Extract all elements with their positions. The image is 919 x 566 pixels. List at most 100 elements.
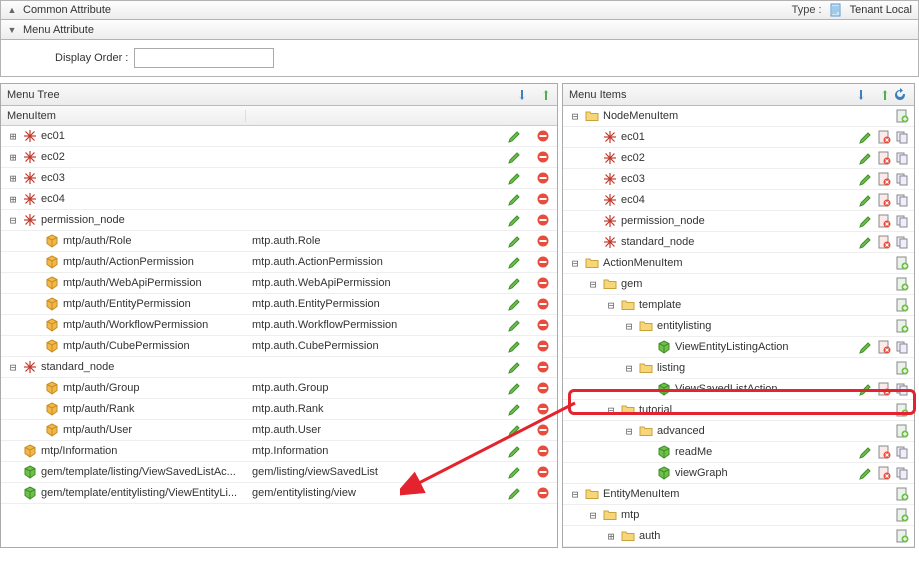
copy-icon[interactable]: [894, 465, 910, 481]
tree-row[interactable]: mtp/auth/WorkflowPermissionmtp.auth.Work…: [1, 315, 557, 336]
delx-icon[interactable]: [876, 213, 892, 229]
del-icon[interactable]: [535, 422, 551, 438]
del-icon[interactable]: [535, 170, 551, 186]
add-icon[interactable]: [894, 297, 910, 313]
edit-icon[interactable]: [507, 380, 523, 396]
expand-toggle[interactable]: ⊞: [7, 193, 19, 206]
del-icon[interactable]: [535, 296, 551, 312]
expand-toggle[interactable]: ⊟: [605, 299, 617, 312]
del-icon[interactable]: [535, 233, 551, 249]
edit-icon[interactable]: [507, 275, 523, 291]
delx-icon[interactable]: [876, 465, 892, 481]
sort-up-icon[interactable]: [535, 87, 551, 103]
del-icon[interactable]: [535, 149, 551, 165]
tree-row[interactable]: mtp/auth/EntityPermissionmtp.auth.Entity…: [1, 294, 557, 315]
expand-toggle[interactable]: ⊟: [605, 404, 617, 417]
edit-icon[interactable]: [507, 212, 523, 228]
tree-row[interactable]: ⊟template: [563, 295, 914, 316]
expand-toggle[interactable]: ⊟: [7, 214, 19, 227]
tree-row[interactable]: ⊞ec02: [1, 147, 557, 168]
tree-row[interactable]: ⊞ec01: [1, 126, 557, 147]
delx-icon[interactable]: [876, 444, 892, 460]
expand-toggle[interactable]: ⊟: [623, 362, 635, 375]
expand-toggle[interactable]: ⊟: [569, 488, 581, 501]
tree-row[interactable]: permission_node: [563, 211, 914, 232]
edit-icon[interactable]: [507, 254, 523, 270]
copy-icon[interactable]: [894, 129, 910, 145]
display-order-input[interactable]: [134, 48, 274, 68]
tree-row[interactable]: ⊟standard_node: [1, 357, 557, 378]
expand-toggle[interactable]: ⊞: [605, 530, 617, 543]
copy-icon[interactable]: [894, 150, 910, 166]
del-icon[interactable]: [535, 485, 551, 501]
delx-icon[interactable]: [876, 129, 892, 145]
tree-row[interactable]: gem/template/listing/ViewSavedListAc...g…: [1, 462, 557, 483]
tree-row[interactable]: ⊟listing: [563, 358, 914, 379]
menu-attribute-header[interactable]: ▼ Menu Attribute: [0, 20, 919, 40]
edit-icon[interactable]: [507, 233, 523, 249]
edit-icon[interactable]: [507, 359, 523, 375]
edit-icon[interactable]: [507, 443, 523, 459]
del-icon[interactable]: [535, 380, 551, 396]
del-icon[interactable]: [535, 275, 551, 291]
edit-icon[interactable]: [507, 191, 523, 207]
expand-toggle[interactable]: ⊟: [7, 361, 19, 374]
expand-toggle[interactable]: ⊞: [7, 172, 19, 185]
edit-icon[interactable]: [858, 234, 874, 250]
del-icon[interactable]: [535, 464, 551, 480]
delx-icon[interactable]: [876, 234, 892, 250]
delx-icon[interactable]: [876, 192, 892, 208]
del-icon[interactable]: [535, 212, 551, 228]
edit-icon[interactable]: [507, 317, 523, 333]
edit-icon[interactable]: [858, 444, 874, 460]
edit-icon[interactable]: [858, 339, 874, 355]
add-icon[interactable]: [894, 108, 910, 124]
tree-row[interactable]: mtp/auth/Usermtp.auth.User: [1, 420, 557, 441]
copy-icon[interactable]: [894, 234, 910, 250]
tree-row[interactable]: standard_node: [563, 232, 914, 253]
tree-row[interactable]: mtp/Informationmtp.Information: [1, 441, 557, 462]
expand-toggle[interactable]: ⊞: [7, 151, 19, 164]
edit-icon[interactable]: [507, 422, 523, 438]
delx-icon[interactable]: [876, 150, 892, 166]
tree-row[interactable]: gem/template/entitylisting/ViewEntityLi.…: [1, 483, 557, 504]
tree-row[interactable]: ⊟ActionMenuItem: [563, 253, 914, 274]
tree-row[interactable]: ⊟entitylisting: [563, 316, 914, 337]
copy-icon[interactable]: [894, 171, 910, 187]
refresh-icon[interactable]: [892, 87, 908, 103]
tree-row[interactable]: ⊟EntityMenuItem: [563, 484, 914, 505]
expand-toggle[interactable]: ⊟: [623, 425, 635, 438]
edit-icon[interactable]: [858, 465, 874, 481]
edit-icon[interactable]: [507, 338, 523, 354]
copy-icon[interactable]: [894, 339, 910, 355]
add-icon[interactable]: [894, 360, 910, 376]
expand-toggle[interactable]: ⊟: [623, 320, 635, 333]
add-icon[interactable]: [894, 402, 910, 418]
sort-down-icon[interactable]: [856, 87, 872, 103]
tree-row[interactable]: ⊞ec04: [1, 189, 557, 210]
tree-row[interactable]: ec01: [563, 127, 914, 148]
common-attribute-header[interactable]: ▲ Common Attribute Type : Tenant Local: [0, 0, 919, 20]
copy-icon[interactable]: [894, 192, 910, 208]
add-icon[interactable]: [894, 276, 910, 292]
edit-icon[interactable]: [858, 192, 874, 208]
copy-icon[interactable]: [894, 381, 910, 397]
edit-icon[interactable]: [507, 485, 523, 501]
sort-up-icon[interactable]: [874, 87, 890, 103]
delx-icon[interactable]: [876, 171, 892, 187]
tree-row[interactable]: mtp/auth/Rolemtp.auth.Role: [1, 231, 557, 252]
add-icon[interactable]: [894, 318, 910, 334]
tree-row[interactable]: ec03: [563, 169, 914, 190]
edit-icon[interactable]: [507, 149, 523, 165]
add-icon[interactable]: [894, 423, 910, 439]
tree-row[interactable]: viewGraph: [563, 463, 914, 484]
edit-icon[interactable]: [858, 150, 874, 166]
copy-icon[interactable]: [894, 213, 910, 229]
expand-toggle[interactable]: ⊟: [569, 110, 581, 123]
tree-row[interactable]: ⊟tutorial: [563, 400, 914, 421]
edit-icon[interactable]: [858, 129, 874, 145]
tree-row[interactable]: ViewSavedListAction: [563, 379, 914, 400]
tree-row[interactable]: ⊟advanced: [563, 421, 914, 442]
tree-row[interactable]: mtp/auth/Rankmtp.auth.Rank: [1, 399, 557, 420]
expand-toggle[interactable]: ⊟: [569, 257, 581, 270]
